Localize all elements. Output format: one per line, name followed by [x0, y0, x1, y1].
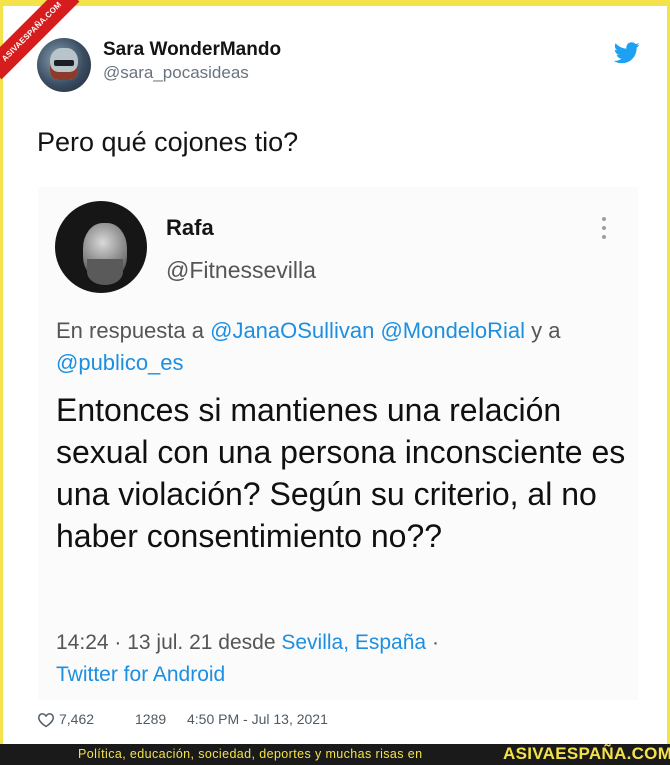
footer-banner: Política, educación, sociedad, deportes …	[0, 744, 670, 765]
quoted-meta: 14:24 · 13 jul. 21 desde Sevilla, España…	[56, 627, 616, 691]
reply-joiner: y a	[525, 318, 561, 343]
tweet-card: ASIVAESPAÑA.COM Sara WonderMando @sara_p…	[0, 0, 670, 744]
quoted-avatar[interactable]	[55, 201, 147, 293]
quoted-avatar-beard	[87, 259, 123, 285]
tweet-text: Pero qué cojones tio?	[37, 127, 299, 157]
quoted-display-name[interactable]: Rafa	[166, 215, 214, 241]
user-handle[interactable]: @sara_pocasideas	[103, 63, 249, 83]
footer-tagline: Política, educación, sociedad, deportes …	[78, 747, 423, 761]
quoted-tweet-text: Entonces si mantienes una relación sexua…	[56, 392, 626, 554]
location-link[interactable]: Sevilla, España	[281, 631, 426, 654]
mention-link[interactable]: @MondeloRial	[380, 318, 525, 343]
reply-prefix: En respuesta a	[56, 318, 211, 343]
reply-context: En respuesta a @JanaOSullivan @MondeloRi…	[56, 315, 626, 379]
more-options-icon[interactable]	[600, 217, 608, 243]
mention-link[interactable]: @publico_es	[56, 350, 184, 375]
heart-icon[interactable]	[37, 712, 55, 728]
twitter-bird-icon[interactable]	[614, 42, 640, 64]
tweet-timestamp[interactable]: 4:50 PM - Jul 13, 2021	[187, 711, 328, 727]
quoted-time: 14:24 · 13 jul. 21 desde	[56, 631, 282, 654]
display-name[interactable]: Sara WonderMando	[103, 39, 281, 61]
like-count: 7,462	[59, 711, 95, 727]
quoted-screenshot[interactable]: Rafa @Fitnessevilla En respuesta a @Jana…	[38, 187, 638, 700]
quoted-user-handle[interactable]: @Fitnessevilla	[166, 257, 316, 284]
retweet-count: 1289	[135, 711, 167, 727]
avatar[interactable]	[37, 38, 91, 92]
meta-separator: ·	[426, 631, 439, 654]
avatar-visor	[54, 60, 74, 66]
mention-link[interactable]: @JanaOSullivan	[210, 318, 374, 343]
footer-brand[interactable]: ASIVAESPAÑA.COM	[503, 744, 670, 764]
client-link[interactable]: Twitter for Android	[56, 663, 225, 686]
